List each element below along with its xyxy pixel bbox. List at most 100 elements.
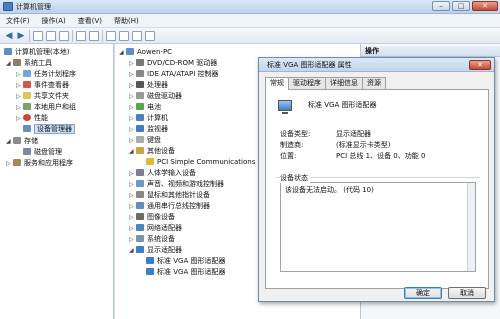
folder-icon [23, 92, 31, 99]
device-category[interactable]: ▷ 系统设备 [129, 234, 175, 245]
menu-action[interactable]: 操作(A) [42, 16, 66, 26]
device-category[interactable]: ▷ 网络适配器 [129, 223, 182, 234]
device-category[interactable]: ▷ 磁盘驱动器 [129, 91, 182, 102]
device-tree-root[interactable]: ◢ Aowen-PC [119, 47, 172, 58]
export-list-icon[interactable] [59, 31, 69, 41]
expand-arrow-icon[interactable]: ▷ [129, 58, 136, 69]
cancel-button[interactable]: 取消 [448, 287, 486, 299]
expand-arrow-icon[interactable]: ▷ [129, 190, 136, 201]
expand-arrow-icon[interactable]: ▷ [129, 102, 136, 113]
minimize-button[interactable]: – [432, 1, 450, 11]
expand-arrow-icon[interactable]: ▷ [16, 102, 23, 113]
device-item[interactable]: 标准 VGA 图形适配器 [139, 267, 225, 278]
manufacturer-value: (标准显示卡类型) [336, 141, 391, 149]
tree-item-shared-folders[interactable]: ▷ 共享文件夹 [16, 91, 69, 102]
device-category[interactable]: ◢ 其他设备 [129, 146, 175, 157]
expand-arrow-icon[interactable]: ▷ [129, 201, 136, 212]
maximize-button[interactable]: □ [452, 1, 470, 11]
tree-item-device-manager[interactable]: 设备管理器 [16, 124, 75, 135]
close-button[interactable]: ✕ [472, 1, 498, 11]
tree-item-label: 磁盘管理 [34, 148, 62, 156]
device-category[interactable]: ▷ 人体学输入设备 [129, 168, 196, 179]
device-category-label: 其他设备 [147, 147, 175, 155]
tab-details[interactable]: 详细信息 [325, 77, 363, 89]
expand-arrow-icon[interactable]: ▷ [129, 113, 136, 124]
tree-item-performance[interactable]: ▷ 性能 [16, 113, 48, 124]
display-adapter-icon [136, 246, 144, 253]
status-scrollbar[interactable] [467, 183, 475, 271]
expand-arrow-icon[interactable]: ▷ [129, 212, 136, 223]
device-category[interactable]: ▷ 电池 [129, 102, 161, 113]
tree-root-label: 计算机管理(本地) [15, 48, 70, 56]
disable-device-icon[interactable] [132, 31, 142, 41]
device-item[interactable]: PCI Simple Communications [139, 157, 255, 168]
tree-item-storage[interactable]: ◢ 存储 [6, 136, 38, 147]
dialog-close-button[interactable]: ✕ [469, 60, 491, 70]
tab-general[interactable]: 常规 [265, 77, 289, 90]
expand-arrow-icon[interactable]: ▷ [129, 234, 136, 245]
users-icon [23, 103, 31, 110]
menu-file[interactable]: 文件(F) [6, 16, 30, 26]
tree-item-label: 事件查看器 [34, 81, 69, 89]
expand-arrow-icon[interactable]: ▷ [16, 80, 23, 91]
list-view-icon[interactable] [46, 31, 56, 41]
device-status-group-label: 设备状态 [280, 173, 310, 183]
tab-resources[interactable]: 资源 [362, 77, 386, 89]
tab-driver[interactable]: 驱动程序 [288, 77, 326, 89]
tree-item-services-apps[interactable]: ▷ 服务和应用程序 [6, 158, 73, 169]
expand-arrow-icon[interactable]: ▷ [16, 69, 23, 80]
ok-button[interactable]: 确定 [404, 287, 442, 299]
expand-arrow-icon[interactable]: ▷ [129, 168, 136, 179]
menu-help[interactable]: 帮助(H) [114, 16, 139, 26]
device-category[interactable]: ▷ 鼠标和其他指针设备 [129, 190, 210, 201]
expand-arrow-icon[interactable]: ◢ [129, 245, 136, 256]
update-driver-icon[interactable] [119, 31, 129, 41]
expand-arrow-icon[interactable]: ▷ [129, 135, 136, 146]
back-arrow-icon[interactable]: ◀ [4, 31, 14, 41]
expand-arrow-icon[interactable]: ◢ [6, 136, 13, 147]
tree-item-disk-management[interactable]: 磁盘管理 [16, 147, 62, 158]
scan-hardware-icon[interactable] [106, 31, 116, 41]
device-category[interactable]: ▷ 图像设备 [129, 212, 175, 223]
expand-arrow-icon[interactable]: ▷ [16, 113, 23, 124]
expand-arrow-icon[interactable]: ▷ [129, 69, 136, 80]
menu-view[interactable]: 查看(V) [78, 16, 102, 26]
device-category-label: 系统设备 [147, 235, 175, 243]
device-category[interactable]: ◢ 显示适配器 [129, 245, 182, 256]
device-category[interactable]: ▷ 通用串行总线控制器 [129, 201, 210, 212]
expand-arrow-icon[interactable]: ◢ [6, 58, 13, 69]
device-category[interactable]: ▷ 监视器 [129, 124, 168, 135]
device-category[interactable]: ▷ DVD/CD-ROM 驱动器 [129, 58, 217, 69]
disk-drive-icon [136, 92, 144, 99]
expand-arrow-icon[interactable]: ▷ [129, 91, 136, 102]
expand-arrow-icon[interactable]: ▷ [129, 80, 136, 91]
expand-arrow-icon[interactable]: ▷ [129, 124, 136, 135]
show-tree-icon[interactable] [33, 31, 43, 41]
device-category[interactable]: ▷ IDE ATA/ATAPI 控制器 [129, 69, 219, 80]
properties-icon[interactable] [89, 31, 99, 41]
expand-arrow-icon[interactable]: ▷ [16, 91, 23, 102]
tree-item-label: 本地用户和组 [34, 103, 76, 111]
expand-arrow-icon[interactable]: ▷ [6, 158, 13, 169]
device-item[interactable]: 标准 VGA 图形适配器 [139, 256, 225, 267]
expand-arrow-icon[interactable]: ◢ [129, 146, 136, 157]
tree-item-local-users[interactable]: ▷ 本地用户和组 [16, 102, 76, 113]
forward-arrow-icon[interactable]: ▶ [16, 31, 26, 41]
expand-arrow-icon[interactable]: ▷ [129, 223, 136, 234]
tree-item-system-tools[interactable]: ◢ 系统工具 [6, 58, 52, 69]
tree-item-event-viewer[interactable]: ▷ 事件查看器 [16, 80, 69, 91]
help-icon[interactable] [76, 31, 86, 41]
device-category[interactable]: ▷ 声音、视频和游戏控制器 [129, 179, 224, 190]
device-name: 标准 VGA 图形适配器 [308, 101, 377, 109]
uninstall-device-icon[interactable] [145, 31, 155, 41]
hid-icon [136, 169, 144, 176]
expand-arrow-icon[interactable]: ▷ [129, 179, 136, 190]
device-category[interactable]: ▷ 计算机 [129, 113, 168, 124]
tree-item-task-scheduler[interactable]: ▷ 任务计划程序 [16, 69, 76, 80]
tree-root[interactable]: 计算机管理(本地) [4, 47, 69, 58]
device-item-label: PCI Simple Communications [157, 158, 256, 166]
device-status-box[interactable]: 该设备无法启动。 (代码 10) [280, 182, 476, 272]
device-category[interactable]: ▷ 键盘 [129, 135, 161, 146]
device-category[interactable]: ▷ 处理器 [129, 80, 168, 91]
computer-icon [126, 48, 134, 55]
